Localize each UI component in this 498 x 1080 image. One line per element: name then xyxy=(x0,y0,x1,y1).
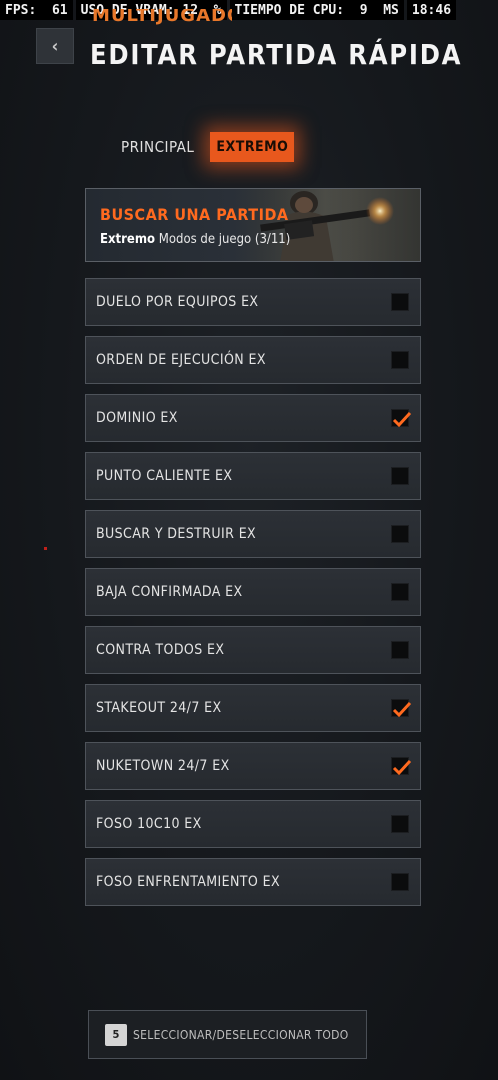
game-mode-label: DUELO POR EQUIPOS EX xyxy=(96,294,259,310)
fps-readout: FPS: 61 xyxy=(0,0,73,20)
checkbox-unchecked[interactable] xyxy=(391,873,409,891)
game-mode-label: FOSO 10C10 EX xyxy=(96,816,202,832)
checkmark-icon xyxy=(392,701,412,718)
tab-principal[interactable]: PRINCIPAL xyxy=(121,132,194,162)
select-all-label: SELECCIONAR/DESELECCIONAR TODO xyxy=(133,1027,349,1042)
banner-mode-count: Modos de juego (3/11) xyxy=(155,232,291,247)
checkbox-unchecked[interactable] xyxy=(391,293,409,311)
checkbox-checked[interactable] xyxy=(391,757,412,776)
clock-readout: 18:46 xyxy=(406,0,457,20)
back-button[interactable]: ‹ xyxy=(36,28,74,64)
select-all-button[interactable]: 5 SELECCIONAR/DESELECCIONAR TODO xyxy=(88,1010,367,1059)
checkbox-unchecked[interactable] xyxy=(391,351,409,369)
game-mode-row[interactable]: FOSO 10C10 EX xyxy=(85,800,421,848)
game-mode-row[interactable]: FOSO ENFRENTAMIENTO EX xyxy=(85,858,421,906)
game-mode-label: BUSCAR Y DESTRUIR EX xyxy=(96,526,257,542)
checkbox-checked[interactable] xyxy=(391,699,412,718)
keybind-badge: 5 xyxy=(105,1023,127,1046)
checkmark-icon xyxy=(392,411,412,428)
game-mode-label: STAKEOUT 24/7 EX xyxy=(96,700,222,716)
banner-title: BUSCAR UNA PARTIDA xyxy=(100,205,289,224)
game-mode-list: DUELO POR EQUIPOS EX ORDEN DE EJECUCIÓN E… xyxy=(85,278,421,916)
game-mode-label: NUKETOWN 24/7 EX xyxy=(96,758,230,774)
game-mode-label: DOMINIO EX xyxy=(96,410,178,426)
game-mode-label: PUNTO CALIENTE EX xyxy=(96,468,233,484)
game-mode-row[interactable]: CONTRA TODOS EX xyxy=(85,626,421,674)
checkbox-unchecked[interactable] xyxy=(391,815,409,833)
game-mode-label: ORDEN DE EJECUCIÓN EX xyxy=(96,352,266,368)
chevron-left-icon: ‹ xyxy=(51,35,59,57)
cpu-time-readout: TIEMPO DE CPU: 9 MS xyxy=(229,0,404,20)
checkbox-checked[interactable] xyxy=(391,409,412,428)
game-mode-row[interactable]: STAKEOUT 24/7 EX xyxy=(85,684,421,732)
checkbox-unchecked[interactable] xyxy=(391,583,409,601)
checkmark-icon xyxy=(392,759,412,776)
game-mode-row[interactable]: BUSCAR Y DESTRUIR EX xyxy=(85,510,421,558)
banner-mode-name: Extremo xyxy=(100,232,156,247)
game-mode-label: BAJA CONFIRMADA EX xyxy=(96,584,243,600)
game-mode-label: CONTRA TODOS EX xyxy=(96,642,225,658)
game-mode-row[interactable]: ORDEN DE EJECUCIÓN EX xyxy=(85,336,421,384)
tab-bar: PRINCIPAL EXTREMO xyxy=(121,132,295,162)
find-match-banner[interactable]: BUSCAR UNA PARTIDA Extremo Modos de jueg… xyxy=(85,188,421,262)
game-mode-row[interactable]: DUELO POR EQUIPOS EX xyxy=(85,278,421,326)
checkbox-unchecked[interactable] xyxy=(391,641,409,659)
game-mode-row[interactable]: DOMINIO EX xyxy=(85,394,421,442)
page-subtitle: MULTIJUGADOR xyxy=(92,9,232,26)
checkbox-unchecked[interactable] xyxy=(391,467,409,485)
game-mode-row[interactable]: BAJA CONFIRMADA EX xyxy=(85,568,421,616)
game-mode-label: FOSO ENFRENTAMIENTO EX xyxy=(96,874,280,890)
game-mode-row[interactable]: PUNTO CALIENTE EX xyxy=(85,452,421,500)
soldier-artwork xyxy=(230,189,420,261)
page-title: EDITAR PARTIDA RÁPIDA xyxy=(90,38,463,71)
checkbox-unchecked[interactable] xyxy=(391,525,409,543)
banner-subtitle: Extremo Modos de juego (3/11) xyxy=(100,232,290,247)
game-mode-row[interactable]: NUKETOWN 24/7 EX xyxy=(85,742,421,790)
stray-pixel xyxy=(44,547,47,550)
tab-extremo[interactable]: EXTREMO xyxy=(210,132,295,162)
